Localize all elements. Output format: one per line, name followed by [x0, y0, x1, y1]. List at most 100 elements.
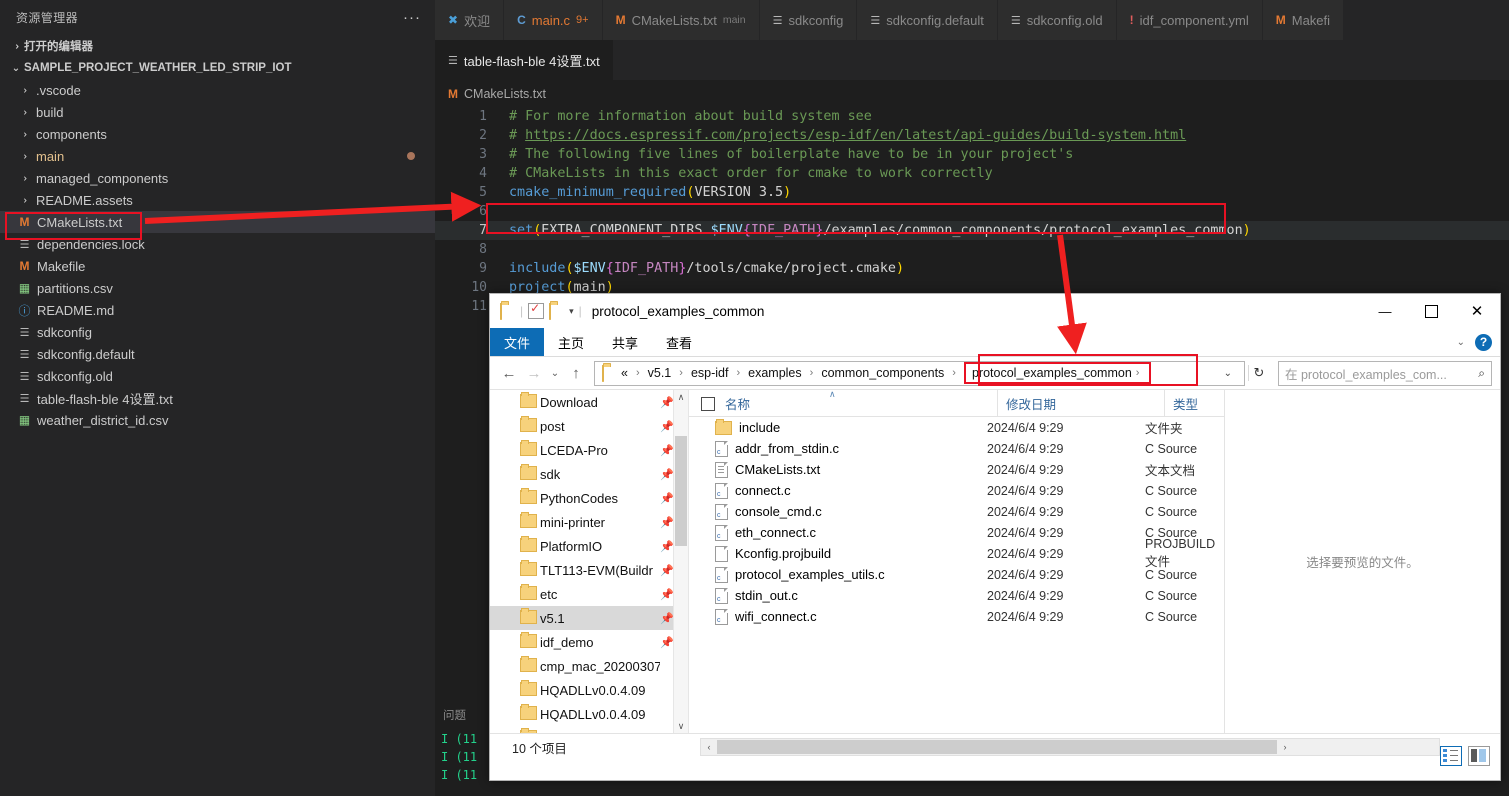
code-editor[interactable]: 1 # For more information about build syst… — [435, 107, 1509, 316]
scroll-up-icon[interactable]: ∧ — [674, 390, 688, 404]
sidebar-item-build[interactable]: ⌄ build — [0, 101, 435, 123]
pin-icon[interactable]: 📌 — [660, 564, 674, 577]
sidebar-item-table-flash-ble-4-txt[interactable]: ☰ table-flash-ble 4设置.txt — [0, 387, 435, 409]
minimize-button[interactable]: — — [1362, 294, 1408, 328]
sidebar-item-sdkconfig-old[interactable]: ☰ sdkconfig.old — [0, 365, 435, 387]
maximize-button[interactable] — [1408, 294, 1454, 328]
file-row[interactable]: console_cmd.c 2024/6/4 9:29 C Source — [689, 501, 1224, 522]
nav-item-lceda-pro[interactable]: LCEDA-Pro 📌 — [490, 438, 688, 462]
tab-main-c[interactable]: Cmain.c 9+ — [504, 0, 603, 40]
file-row[interactable]: connect.c 2024/6/4 9:29 C Source — [689, 480, 1224, 501]
tab-sdkconfig-default[interactable]: ☰ sdkconfig.default — [857, 0, 998, 40]
pin-icon[interactable]: 📌 — [660, 468, 674, 481]
customize-caret-icon[interactable]: ▾ — [569, 306, 574, 317]
tab-sdkconfig-old[interactable]: ☰ sdkconfig.old — [997, 0, 1117, 40]
chevron-down-icon[interactable]: ⌄ — [1457, 337, 1465, 348]
file-row[interactable]: Kconfig.projbuild 2024/6/4 9:29 PROJBUILD … — [689, 537, 1224, 569]
breadcrumb-item-1[interactable]: v5.1 — [644, 366, 676, 380]
address-bar[interactable]: « › v5.1 › esp-idf › examples › common_component… — [594, 360, 1245, 386]
editor-breadcrumb[interactable]: M CMakeLists.txt — [435, 81, 1509, 107]
sidebar-item-readme-assets[interactable]: ⌄ README.assets — [0, 189, 435, 211]
recent-locations-icon[interactable]: ⌄ — [548, 368, 562, 379]
nav-item-pythoncodes[interactable]: PythonCodes 📌 — [490, 486, 688, 510]
pin-icon[interactable]: 📌 — [660, 516, 674, 529]
sidebar-item-makefile[interactable]: M Makefile — [0, 255, 435, 277]
sidebar-item-sdkconfig[interactable]: ☰ sdkconfig — [0, 321, 435, 343]
code-line[interactable]: 4 # CMakeLists in this exact order for cm… — [435, 164, 1509, 183]
nav-item-tools[interactable]: tools — [490, 726, 688, 733]
large-icons-view-icon[interactable] — [1468, 746, 1490, 766]
sidebar-project-root[interactable]: ⌄ SAMPLE_PROJECT_WEATHER_LED_STRIP_IOT — [0, 57, 435, 79]
column-header-type[interactable]: 类型 — [1164, 390, 1224, 416]
code-line[interactable]: 6 — [435, 202, 1509, 221]
sidebar-item-managed-components[interactable]: ⌄ managed_components — [0, 167, 435, 189]
file-row[interactable]: wifi_connect.c 2024/6/4 9:29 C Source — [689, 606, 1224, 627]
code-line[interactable]: 2 # https://docs.espressif.com/projects/e… — [435, 126, 1509, 145]
pin-icon[interactable]: 📌 — [660, 540, 674, 553]
pin-icon[interactable]: 📌 — [660, 492, 674, 505]
code-line[interactable]: 3 # The following five lines of boilerpla… — [435, 145, 1509, 164]
nav-item-cmp-mac-20200307[interactable]: cmp_mac_20200307 — [490, 654, 688, 678]
sidebar-item-components[interactable]: ⌄ components — [0, 123, 435, 145]
code-line[interactable]: 1 # For more information about build syst… — [435, 107, 1509, 126]
scroll-down-icon[interactable]: ∨ — [674, 719, 688, 733]
pin-icon[interactable]: 📌 — [660, 444, 674, 457]
tab-makefi[interactable]: M Makefi — [1262, 0, 1345, 40]
ribbon-tab-2[interactable]: 共享 — [598, 328, 652, 356]
file-row[interactable]: include 2024/6/4 9:29 文件夹 — [689, 417, 1224, 438]
sidebar-item-cmakelists-txt[interactable]: M CMakeLists.txt — [0, 211, 435, 233]
pin-icon[interactable]: 📌 — [660, 396, 674, 409]
file-row[interactable]: eth_connect.c2024/6/4 9:29C Source — [689, 522, 1224, 543]
address-dropdown-caret-icon[interactable]: ⌄ — [1216, 368, 1240, 379]
ribbon-tab-0[interactable]: 文件 — [490, 328, 545, 356]
folder-icon[interactable] — [500, 303, 515, 320]
scrollbar-thumb[interactable] — [675, 436, 687, 546]
breadcrumb-item-0[interactable]: « — [617, 366, 632, 380]
sidebar-item-readme-md[interactable]: ⓘ README.md — [0, 299, 435, 321]
code-line[interactable]: 5 cmake_minimum_required(VERSION 3.5) — [435, 183, 1509, 202]
horizontal-scrollbar[interactable]: ‹ › — [700, 738, 1440, 756]
ribbon-tab-3[interactable]: 查看 — [652, 328, 706, 356]
nav-item-hqadllv0-0-4-09[interactable]: HQADLLv0.0.4.09 — [490, 678, 688, 702]
tab-[interactable]: ✖ 欢迎 — [435, 0, 505, 40]
file-row[interactable]: protocol_examples_utils.c 2024/6/4 9:29 C … — [689, 564, 1224, 585]
column-header-date[interactable]: 修改日期 — [997, 390, 1164, 416]
breadcrumb-item-3[interactable]: examples — [744, 366, 806, 380]
new-folder-icon[interactable] — [549, 303, 564, 320]
nav-item-post[interactable]: post 📌 — [490, 414, 688, 438]
code-line[interactable]: 9 include($ENV{IDF_PATH}/tools/cmake/proj… — [435, 259, 1509, 278]
nav-item-platformio[interactable]: PlatformIO 📌 — [490, 534, 688, 558]
column-header-name[interactable]: ∧ 名称 — [689, 390, 997, 416]
explorer-title-bar[interactable]: | ▾ | protocol_examples_common — ✕ — [490, 294, 1500, 328]
nav-item-hqadllv0-0-4-09[interactable]: HQADLLv0.0.4.09 — [490, 702, 688, 726]
close-button[interactable]: ✕ — [1454, 294, 1500, 328]
details-view-icon[interactable] — [1440, 746, 1462, 766]
refresh-icon[interactable]: ↻ — [1248, 365, 1269, 381]
nav-item-tlt113-evm-buildr[interactable]: TLT113-EVM(Buildr 📌 — [490, 558, 688, 582]
nav-item-download[interactable]: Download 📌 — [490, 390, 688, 414]
forward-button[interactable]: → — [523, 365, 545, 382]
tab-cmakelists-txt[interactable]: M CMakeLists.txt main — [602, 0, 760, 40]
nav-item-v5-1[interactable]: v5.1 📌 — [490, 606, 688, 630]
breadcrumb-item-5[interactable]: protocol_examples_common › — [963, 362, 1152, 384]
pin-icon[interactable]: 📌 — [660, 588, 674, 601]
navpane-scrollbar[interactable]: ∧ ∨ — [673, 390, 688, 733]
sidebar-item-vscode[interactable]: ⌄ .vscode — [0, 79, 435, 101]
back-button[interactable]: ← — [498, 365, 520, 382]
panel-tab-problems[interactable]: 问题 — [435, 700, 487, 730]
sidebar-item-partitions-csv[interactable]: ▦ partitions.csv — [0, 277, 435, 299]
sidebar-open-editors[interactable]: ⌄ 打开的编辑器 — [0, 35, 435, 57]
search-box[interactable]: 在 protocol_examples_com... ⌕ — [1278, 360, 1492, 386]
file-row[interactable]: stdin_out.c 2024/6/4 9:29 C Source — [689, 585, 1224, 606]
hscrollbar-thumb[interactable] — [717, 740, 1277, 754]
sidebar-item-sdkconfig-default[interactable]: ☰ sdkconfig.default — [0, 343, 435, 365]
tab-table-flash-ble-4-txt[interactable]: ☰ table-flash-ble 4设置.txt — [435, 40, 614, 80]
tab-sdkconfig[interactable]: ☰ sdkconfig — [759, 0, 858, 40]
code-line[interactable]: 8 — [435, 240, 1509, 259]
up-button[interactable]: ↑ — [565, 365, 587, 382]
sidebar-item-main[interactable]: ⌄ main — [0, 145, 435, 167]
code-line[interactable]: 7 set(EXTRA_COMPONENT_DIRS $ENV{IDF_PATH}… — [435, 221, 1509, 240]
scroll-right-icon[interactable]: › — [1277, 742, 1293, 752]
breadcrumb-item-4[interactable]: common_components — [817, 366, 948, 380]
pin-icon[interactable]: 📌 — [660, 420, 674, 433]
